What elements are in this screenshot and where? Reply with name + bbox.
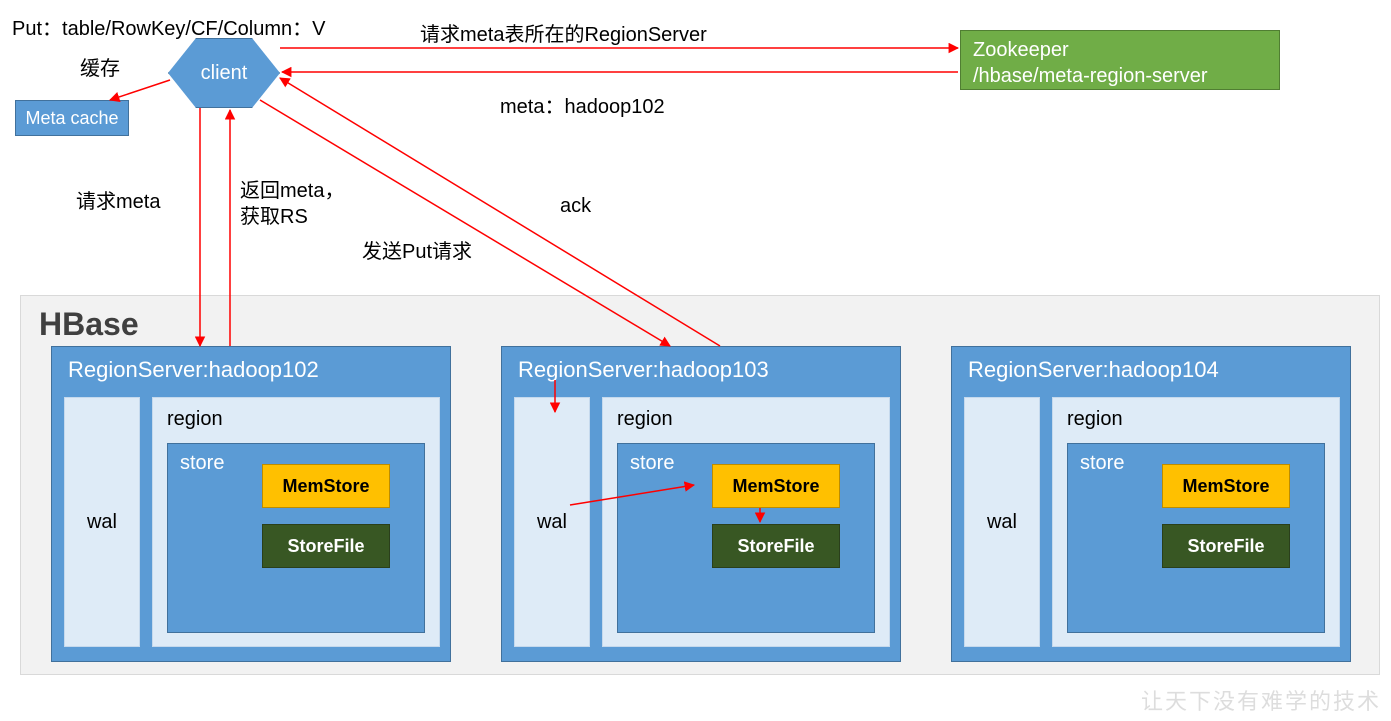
zookeeper-box: Zookeeper /hbase/meta-region-server — [960, 30, 1280, 90]
hbase-title: HBase — [39, 306, 139, 343]
store-box: store MemStore StoreFile — [617, 443, 875, 633]
region-label: region — [153, 398, 439, 441]
memstore-box: MemStore — [712, 464, 840, 508]
zookeeper-path: /hbase/meta-region-server — [973, 63, 1267, 89]
storefile-box: StoreFile — [262, 524, 390, 568]
wal-label: wal — [987, 511, 1017, 534]
region-box: region store MemStore StoreFile — [152, 397, 440, 647]
memstore-box: MemStore — [1162, 464, 1290, 508]
memstore-box: MemStore — [262, 464, 390, 508]
request-meta-label: 请求meta — [76, 185, 160, 214]
storefile-label: StoreFile — [1187, 536, 1264, 557]
store-box: store MemStore StoreFile — [1067, 443, 1325, 633]
storefile-box: StoreFile — [712, 524, 840, 568]
memstore-label: MemStore — [282, 476, 369, 497]
cache-label: 缓存 — [80, 52, 120, 81]
watermark: 让天下没有难学的技术 — [1141, 684, 1381, 716]
region-label: region — [603, 398, 889, 441]
return-meta-label: 返回meta， 获取RS — [240, 178, 344, 230]
meta-cache-box: Meta cache — [15, 100, 129, 136]
request-meta-rs-label: 请求meta表所在的RegionServer — [420, 18, 707, 47]
client-node: client — [168, 38, 280, 108]
storefile-label: StoreFile — [287, 536, 364, 557]
rs-title: RegionServer:hadoop103 — [502, 347, 900, 393]
regionserver-hadoop104: RegionServer:hadoop104 wal region store … — [951, 346, 1351, 662]
region-box: region store MemStore StoreFile — [602, 397, 890, 647]
hbase-container: HBase RegionServer:hadoop102 wal region … — [20, 295, 1380, 675]
regionserver-hadoop103: RegionServer:hadoop103 wal region store … — [501, 346, 901, 662]
memstore-label: MemStore — [732, 476, 819, 497]
client-label: client — [201, 62, 248, 85]
zookeeper-title: Zookeeper — [973, 37, 1267, 63]
regionserver-hadoop102: RegionServer:hadoop102 wal region store … — [51, 346, 451, 662]
wal-box: wal — [964, 397, 1040, 647]
meta-return-label: meta：hadoop102 — [500, 90, 665, 119]
region-box: region store MemStore StoreFile — [1052, 397, 1340, 647]
region-label: region — [1053, 398, 1339, 441]
wal-label: wal — [87, 511, 117, 534]
send-put-label: 发送Put请求 — [362, 235, 472, 264]
rs-title: RegionServer:hadoop102 — [52, 347, 450, 393]
meta-cache-label: Meta cache — [25, 108, 118, 129]
wal-box: wal — [514, 397, 590, 647]
storefile-box: StoreFile — [1162, 524, 1290, 568]
wal-label: wal — [537, 511, 567, 534]
store-box: store MemStore StoreFile — [167, 443, 425, 633]
storefile-label: StoreFile — [737, 536, 814, 557]
wal-box: wal — [64, 397, 140, 647]
rs-title: RegionServer:hadoop104 — [952, 347, 1350, 393]
memstore-label: MemStore — [1182, 476, 1269, 497]
put-operation-label: Put：table/RowKey/CF/Column：V — [12, 12, 325, 41]
ack-label: ack — [560, 195, 591, 218]
